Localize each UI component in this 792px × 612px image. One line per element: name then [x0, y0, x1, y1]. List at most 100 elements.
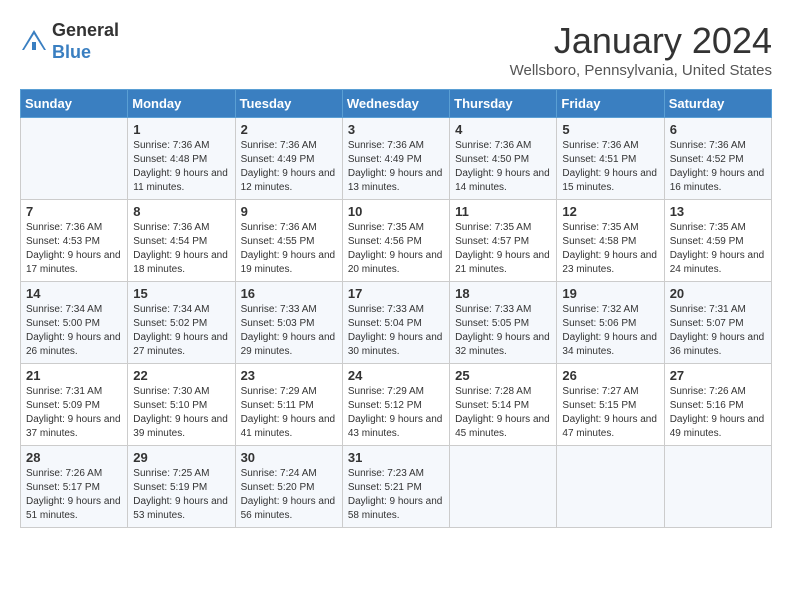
daylight-text: Daylight: 9 hours and 56 minutes. — [241, 496, 336, 521]
sunrise-text: Sunrise: 7:29 AM — [348, 386, 424, 397]
sunrise-text: Sunrise: 7:36 AM — [455, 140, 531, 151]
sunset-text: Sunset: 5:19 PM — [133, 482, 207, 493]
sunrise-text: Sunrise: 7:26 AM — [26, 468, 102, 479]
sunset-text: Sunset: 4:48 PM — [133, 154, 207, 165]
day-number: 2 — [241, 122, 337, 137]
day-info: Sunrise: 7:26 AM Sunset: 5:17 PM Dayligh… — [26, 467, 122, 523]
day-header: Sunday — [21, 90, 128, 118]
sunset-text: Sunset: 5:21 PM — [348, 482, 422, 493]
sunrise-text: Sunrise: 7:32 AM — [562, 304, 638, 315]
day-number: 7 — [26, 204, 122, 219]
day-number: 4 — [455, 122, 551, 137]
day-number: 1 — [133, 122, 229, 137]
calendar-cell: 4 Sunrise: 7:36 AM Sunset: 4:50 PM Dayli… — [450, 118, 557, 200]
day-number: 12 — [562, 204, 658, 219]
daylight-text: Daylight: 9 hours and 21 minutes. — [455, 250, 550, 275]
sunset-text: Sunset: 5:00 PM — [26, 318, 100, 329]
calendar-cell: 18 Sunrise: 7:33 AM Sunset: 5:05 PM Dayl… — [450, 282, 557, 364]
calendar-cell: 30 Sunrise: 7:24 AM Sunset: 5:20 PM Dayl… — [235, 446, 342, 528]
day-number: 27 — [670, 368, 766, 383]
day-info: Sunrise: 7:33 AM Sunset: 5:04 PM Dayligh… — [348, 303, 444, 359]
sunset-text: Sunset: 5:15 PM — [562, 400, 636, 411]
calendar-cell: 11 Sunrise: 7:35 AM Sunset: 4:57 PM Dayl… — [450, 200, 557, 282]
daylight-text: Daylight: 9 hours and 47 minutes. — [562, 414, 657, 439]
day-info: Sunrise: 7:35 AM Sunset: 4:58 PM Dayligh… — [562, 221, 658, 277]
day-number: 30 — [241, 450, 337, 465]
location: Wellsboro, Pennsylvania, United States — [510, 62, 772, 79]
sunrise-text: Sunrise: 7:36 AM — [26, 222, 102, 233]
daylight-text: Daylight: 9 hours and 45 minutes. — [455, 414, 550, 439]
daylight-text: Daylight: 9 hours and 37 minutes. — [26, 414, 121, 439]
day-header: Tuesday — [235, 90, 342, 118]
daylight-text: Daylight: 9 hours and 11 minutes. — [133, 168, 228, 193]
day-number: 8 — [133, 204, 229, 219]
sunrise-text: Sunrise: 7:31 AM — [26, 386, 102, 397]
sunrise-text: Sunrise: 7:35 AM — [348, 222, 424, 233]
day-info: Sunrise: 7:36 AM Sunset: 4:54 PM Dayligh… — [133, 221, 229, 277]
day-number: 5 — [562, 122, 658, 137]
header-row: SundayMondayTuesdayWednesdayThursdayFrid… — [21, 90, 772, 118]
day-number: 15 — [133, 286, 229, 301]
calendar-cell: 23 Sunrise: 7:29 AM Sunset: 5:11 PM Dayl… — [235, 364, 342, 446]
day-number: 24 — [348, 368, 444, 383]
calendar-cell: 14 Sunrise: 7:34 AM Sunset: 5:00 PM Dayl… — [21, 282, 128, 364]
sunset-text: Sunset: 4:55 PM — [241, 236, 315, 247]
daylight-text: Daylight: 9 hours and 24 minutes. — [670, 250, 765, 275]
day-number: 14 — [26, 286, 122, 301]
sunrise-text: Sunrise: 7:36 AM — [133, 140, 209, 151]
sunset-text: Sunset: 4:59 PM — [670, 236, 744, 247]
sunset-text: Sunset: 4:54 PM — [133, 236, 207, 247]
day-number: 25 — [455, 368, 551, 383]
sunset-text: Sunset: 4:58 PM — [562, 236, 636, 247]
calendar-cell: 17 Sunrise: 7:33 AM Sunset: 5:04 PM Dayl… — [342, 282, 449, 364]
day-info: Sunrise: 7:34 AM Sunset: 5:00 PM Dayligh… — [26, 303, 122, 359]
sunset-text: Sunset: 4:52 PM — [670, 154, 744, 165]
day-info: Sunrise: 7:35 AM Sunset: 4:56 PM Dayligh… — [348, 221, 444, 277]
calendar-cell: 13 Sunrise: 7:35 AM Sunset: 4:59 PM Dayl… — [664, 200, 771, 282]
sunrise-text: Sunrise: 7:23 AM — [348, 468, 424, 479]
sunrise-text: Sunrise: 7:36 AM — [562, 140, 638, 151]
day-number: 26 — [562, 368, 658, 383]
day-info: Sunrise: 7:31 AM Sunset: 5:07 PM Dayligh… — [670, 303, 766, 359]
month-title: January 2024 — [510, 20, 772, 62]
day-info: Sunrise: 7:33 AM Sunset: 5:05 PM Dayligh… — [455, 303, 551, 359]
sunset-text: Sunset: 5:04 PM — [348, 318, 422, 329]
sunset-text: Sunset: 4:53 PM — [26, 236, 100, 247]
sunrise-text: Sunrise: 7:35 AM — [670, 222, 746, 233]
day-info: Sunrise: 7:25 AM Sunset: 5:19 PM Dayligh… — [133, 467, 229, 523]
day-info: Sunrise: 7:30 AM Sunset: 5:10 PM Dayligh… — [133, 385, 229, 441]
day-number: 17 — [348, 286, 444, 301]
daylight-text: Daylight: 9 hours and 36 minutes. — [670, 332, 765, 357]
sunrise-text: Sunrise: 7:30 AM — [133, 386, 209, 397]
daylight-text: Daylight: 9 hours and 14 minutes. — [455, 168, 550, 193]
day-info: Sunrise: 7:36 AM Sunset: 4:48 PM Dayligh… — [133, 139, 229, 195]
sunrise-text: Sunrise: 7:34 AM — [26, 304, 102, 315]
sunrise-text: Sunrise: 7:33 AM — [348, 304, 424, 315]
sunrise-text: Sunrise: 7:35 AM — [562, 222, 638, 233]
day-info: Sunrise: 7:36 AM Sunset: 4:51 PM Dayligh… — [562, 139, 658, 195]
calendar-cell: 20 Sunrise: 7:31 AM Sunset: 5:07 PM Dayl… — [664, 282, 771, 364]
calendar-cell: 15 Sunrise: 7:34 AM Sunset: 5:02 PM Dayl… — [128, 282, 235, 364]
sunrise-text: Sunrise: 7:26 AM — [670, 386, 746, 397]
sunset-text: Sunset: 5:05 PM — [455, 318, 529, 329]
calendar-cell: 25 Sunrise: 7:28 AM Sunset: 5:14 PM Dayl… — [450, 364, 557, 446]
calendar-table: SundayMondayTuesdayWednesdayThursdayFrid… — [20, 89, 772, 528]
day-number: 20 — [670, 286, 766, 301]
sunset-text: Sunset: 5:12 PM — [348, 400, 422, 411]
calendar-cell: 28 Sunrise: 7:26 AM Sunset: 5:17 PM Dayl… — [21, 446, 128, 528]
day-number: 29 — [133, 450, 229, 465]
day-number: 16 — [241, 286, 337, 301]
sunrise-text: Sunrise: 7:25 AM — [133, 468, 209, 479]
calendar-week-row: 1 Sunrise: 7:36 AM Sunset: 4:48 PM Dayli… — [21, 118, 772, 200]
day-info: Sunrise: 7:24 AM Sunset: 5:20 PM Dayligh… — [241, 467, 337, 523]
day-number: 19 — [562, 286, 658, 301]
day-info: Sunrise: 7:29 AM Sunset: 5:11 PM Dayligh… — [241, 385, 337, 441]
sunset-text: Sunset: 4:57 PM — [455, 236, 529, 247]
day-info: Sunrise: 7:23 AM Sunset: 5:21 PM Dayligh… — [348, 467, 444, 523]
calendar-cell: 26 Sunrise: 7:27 AM Sunset: 5:15 PM Dayl… — [557, 364, 664, 446]
day-info: Sunrise: 7:36 AM Sunset: 4:49 PM Dayligh… — [241, 139, 337, 195]
daylight-text: Daylight: 9 hours and 13 minutes. — [348, 168, 443, 193]
calendar-week-row: 21 Sunrise: 7:31 AM Sunset: 5:09 PM Dayl… — [21, 364, 772, 446]
day-info: Sunrise: 7:33 AM Sunset: 5:03 PM Dayligh… — [241, 303, 337, 359]
calendar-cell: 22 Sunrise: 7:30 AM Sunset: 5:10 PM Dayl… — [128, 364, 235, 446]
